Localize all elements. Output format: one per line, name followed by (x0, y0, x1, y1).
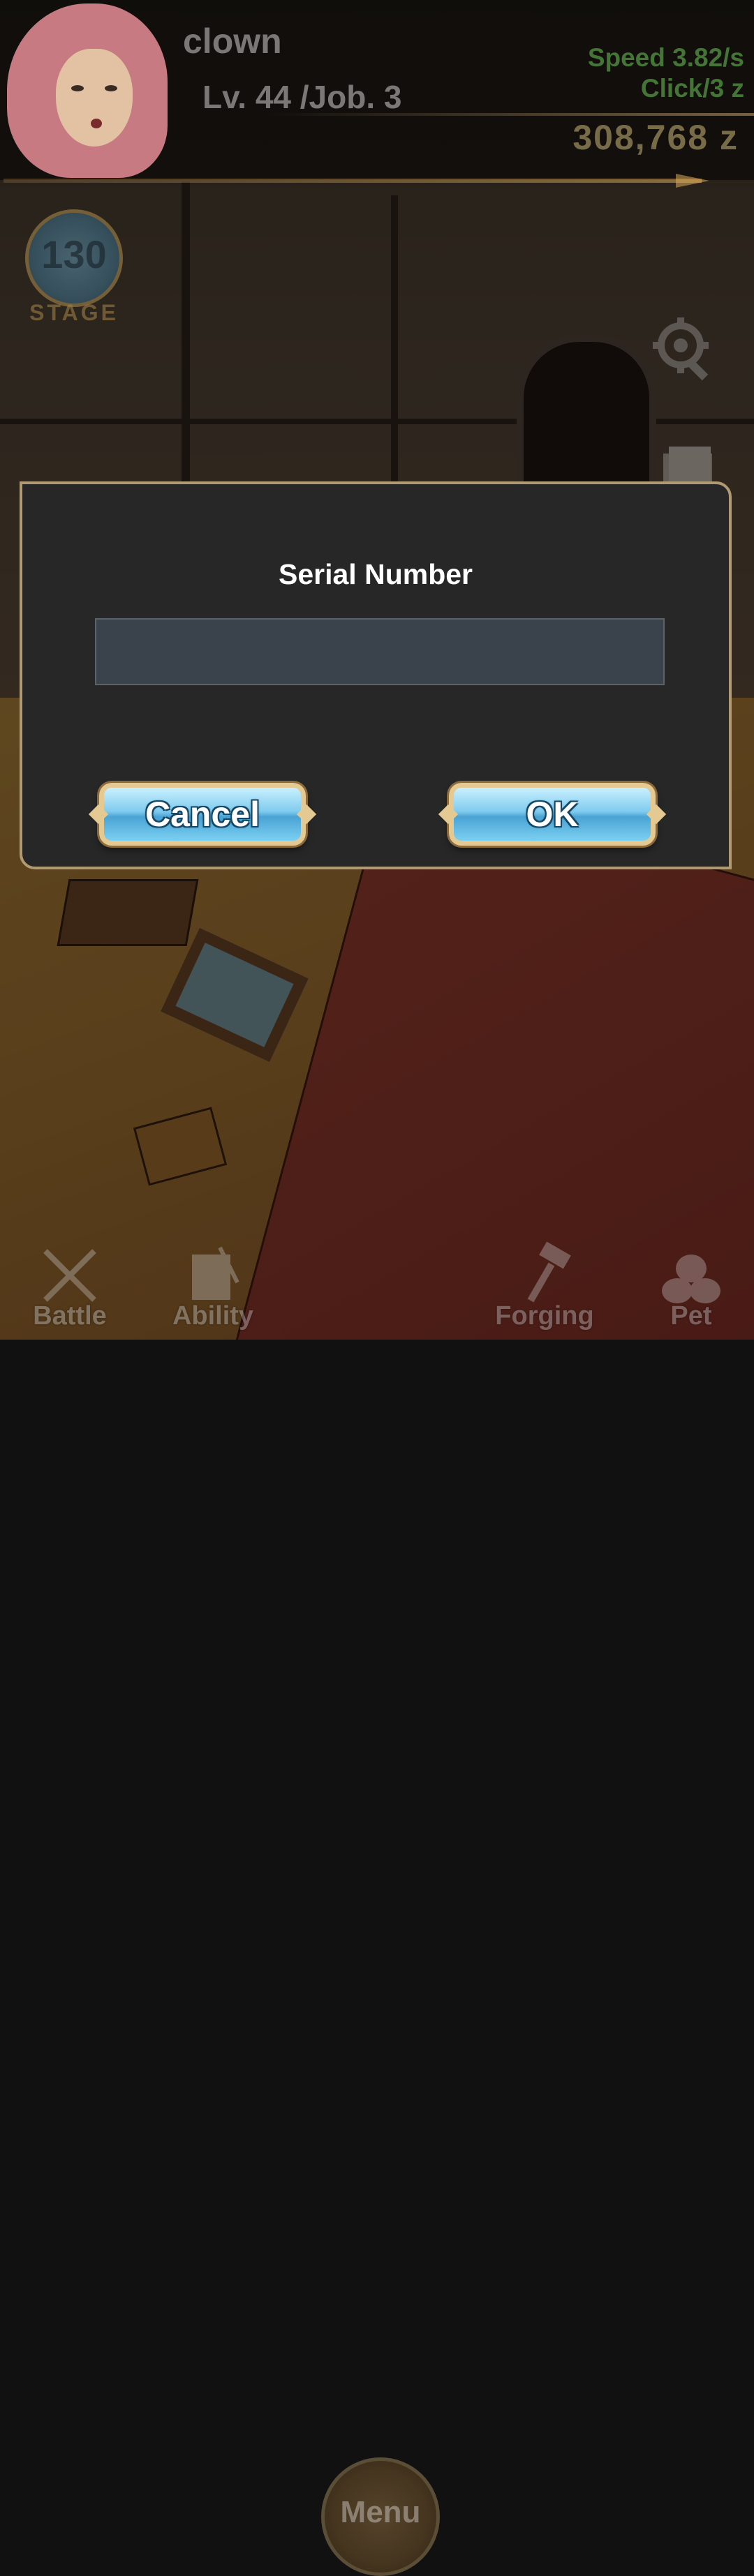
nav-forging[interactable]: Forging (489, 1228, 600, 1340)
attack-speed: Speed 3.82/s (587, 43, 744, 72)
crossed-swords-icon (43, 1249, 96, 1302)
ornamental-divider (3, 179, 702, 183)
gear-icon[interactable] (649, 314, 719, 384)
character-portrait (0, 0, 182, 178)
serial-number-dialog: Serial Number Cancel OK (20, 481, 732, 869)
top-status-bar: clown Lv. 44 /Job. 3 Speed 3.82/s Click/… (0, 0, 754, 180)
stage-number: 130 (41, 232, 107, 276)
hammer-icon (527, 1241, 571, 1303)
divider-tip (676, 174, 709, 188)
nav-ability-label: Ability (172, 1301, 254, 1331)
menu-label: Menu (340, 2495, 421, 2529)
cancel-button-label: Cancel (145, 795, 260, 834)
character-level: Lv. 44 /Job. 3 (202, 79, 402, 115)
character-name: clown (183, 22, 282, 61)
ok-button-label: OK (526, 795, 579, 834)
poring-pet-icon (662, 1255, 720, 1303)
nav-battle[interactable]: Battle (14, 1228, 126, 1340)
click-reward: Click/3 z (640, 74, 744, 103)
nav-forging-label: Forging (495, 1301, 594, 1331)
nav-pet-label: Pet (670, 1301, 712, 1331)
nav-pet[interactable]: Pet (642, 1228, 740, 1340)
stage-label: STAGE (29, 300, 119, 325)
scroll-quill-icon (192, 1246, 239, 1300)
serial-number-input[interactable] (95, 618, 665, 685)
nav-ability[interactable]: Ability (157, 1228, 269, 1340)
header-divider (265, 113, 754, 116)
bottom-navigation: Battle Ability Menu Forging Pet (0, 1228, 754, 2576)
dialog-title: Serial Number (279, 558, 473, 590)
cancel-button[interactable]: Cancel (99, 783, 306, 846)
zeny-counter: 308,768 z (572, 118, 739, 157)
ok-button[interactable]: OK (449, 783, 656, 846)
nav-battle-label: Battle (33, 1301, 107, 1331)
